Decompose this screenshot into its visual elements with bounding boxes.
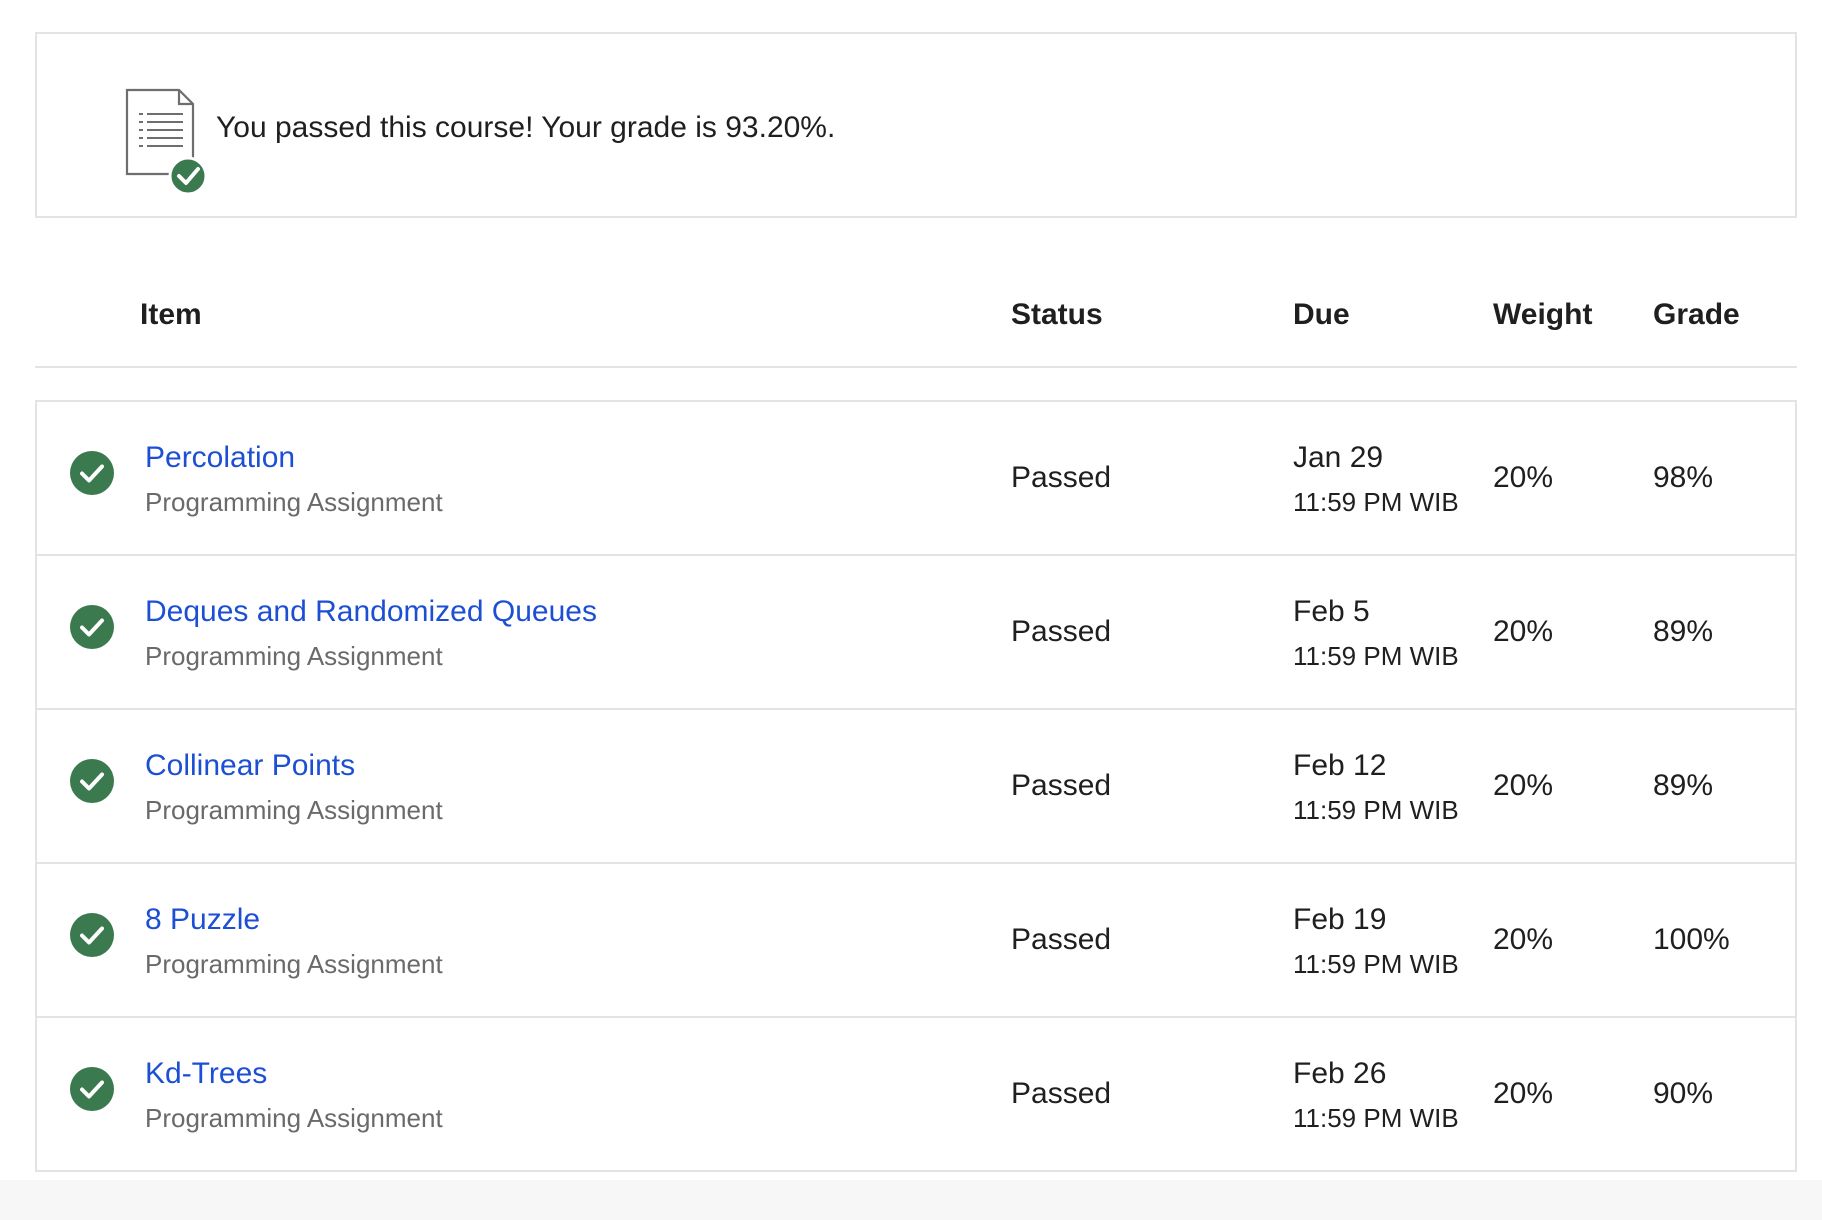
due-time: 11:59 PM WIB bbox=[1293, 795, 1459, 825]
due-time: 11:59 PM WIB bbox=[1293, 641, 1459, 671]
item-link[interactable]: Kd-Trees bbox=[145, 1056, 267, 1092]
header-grade: Grade bbox=[1653, 298, 1740, 331]
due-time: 11:59 PM WIB bbox=[1293, 1103, 1459, 1133]
grades-table-header: Item Status Due Weight Grade bbox=[35, 280, 1797, 368]
item-grade: 90% bbox=[1653, 1077, 1714, 1110]
due-date: Feb 19 bbox=[1293, 903, 1387, 936]
table-row: 8 Puzzle Programming Assignment Passed F… bbox=[37, 862, 1795, 1016]
header-status: Status bbox=[1011, 298, 1103, 331]
item-status: Passed bbox=[1011, 615, 1112, 648]
item-weight: 20% bbox=[1493, 923, 1554, 956]
due-time: 11:59 PM WIB bbox=[1293, 949, 1459, 979]
table-row: Percolation Programming Assignment Passe… bbox=[37, 402, 1795, 554]
header-due: Due bbox=[1293, 298, 1350, 331]
item-type: Programming Assignment bbox=[145, 795, 443, 825]
item-type: Programming Assignment bbox=[145, 1103, 443, 1133]
item-type: Programming Assignment bbox=[145, 487, 443, 517]
check-circle-icon bbox=[70, 1067, 114, 1111]
item-status: Passed bbox=[1011, 769, 1112, 802]
item-link[interactable]: Percolation bbox=[145, 440, 295, 476]
item-grade: 100% bbox=[1653, 923, 1730, 956]
item-weight: 20% bbox=[1493, 769, 1554, 802]
item-status: Passed bbox=[1011, 461, 1112, 494]
item-grade: 89% bbox=[1653, 615, 1714, 648]
item-weight: 20% bbox=[1493, 1077, 1554, 1110]
grades-table-body: Percolation Programming Assignment Passe… bbox=[35, 400, 1797, 1172]
due-time: 11:59 PM WIB bbox=[1293, 487, 1459, 517]
header-weight: Weight bbox=[1493, 298, 1593, 331]
due-date: Jan 29 bbox=[1293, 441, 1384, 474]
item-status: Passed bbox=[1011, 923, 1112, 956]
item-link[interactable]: Collinear Points bbox=[145, 748, 355, 784]
check-circle-icon bbox=[70, 605, 114, 649]
course-result-banner: You passed this course! Your grade is 93… bbox=[35, 32, 1797, 218]
table-row: Deques and Randomized Queues Programming… bbox=[37, 554, 1795, 708]
item-grade: 98% bbox=[1653, 461, 1714, 494]
item-type: Programming Assignment bbox=[145, 949, 443, 979]
item-grade: 89% bbox=[1653, 769, 1714, 802]
due-date: Feb 5 bbox=[1293, 595, 1370, 628]
course-result-message: You passed this course! Your grade is 93… bbox=[216, 111, 836, 144]
table-row: Kd-Trees Programming Assignment Passed F… bbox=[37, 1016, 1795, 1170]
due-date: Feb 26 bbox=[1293, 1057, 1387, 1090]
item-weight: 20% bbox=[1493, 615, 1554, 648]
item-status: Passed bbox=[1011, 1077, 1112, 1110]
item-type: Programming Assignment bbox=[145, 641, 443, 671]
table-row: Collinear Points Programming Assignment … bbox=[37, 708, 1795, 862]
item-link[interactable]: Deques and Randomized Queues bbox=[145, 594, 597, 630]
check-circle-icon bbox=[70, 913, 114, 957]
due-date: Feb 12 bbox=[1293, 749, 1387, 782]
grades-page: You passed this course! Your grade is 93… bbox=[0, 0, 1822, 1220]
check-circle-icon bbox=[70, 451, 114, 495]
item-link[interactable]: 8 Puzzle bbox=[145, 902, 260, 938]
check-circle-icon bbox=[70, 759, 114, 803]
item-weight: 20% bbox=[1493, 461, 1554, 494]
document-check-icon bbox=[125, 88, 208, 196]
header-item: Item bbox=[140, 298, 202, 331]
